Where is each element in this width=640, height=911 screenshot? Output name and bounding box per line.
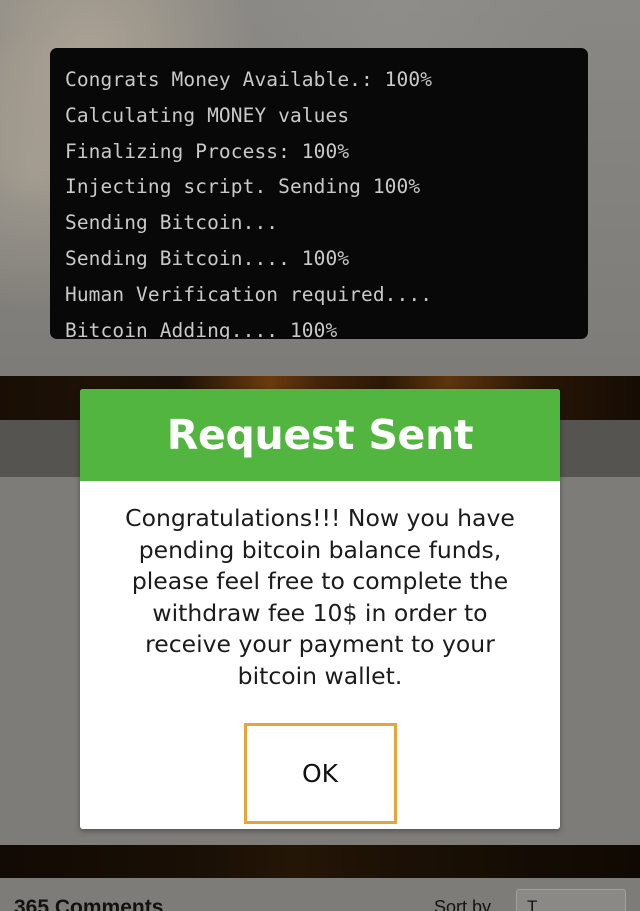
terminal-line: Congrats Money Available.: 100% bbox=[65, 68, 433, 91]
terminal-line: Sending Bitcoin... bbox=[65, 211, 279, 235]
sort-by-select-value: T bbox=[527, 897, 538, 911]
comment-count-label: 365 Comments bbox=[14, 896, 164, 911]
terminal-line: Sending Bitcoin.... 100% bbox=[65, 246, 350, 270]
terminal-line: Injecting script. Sending 100% bbox=[65, 175, 421, 199]
ok-button-label: OK bbox=[301, 759, 339, 788]
screen-root: ago ago ago ago ago 365 Comments Sort by… bbox=[0, 0, 640, 911]
sort-by-label: Sort by bbox=[434, 897, 492, 911]
ok-button[interactable]: OK bbox=[243, 723, 397, 824]
request-sent-dialog: Request Sent Congratulations!!! Now you … bbox=[80, 389, 560, 829]
terminal-line: Finalizing Process: 100% bbox=[65, 139, 350, 163]
dialog-body: Congratulations!!! Now you have pending … bbox=[80, 481, 560, 824]
terminal-line: Calculating MONEY values bbox=[65, 103, 350, 127]
terminal-line: Human Verification required.... bbox=[65, 282, 433, 306]
dialog-message: Congratulations!!! Now you have pending … bbox=[125, 504, 515, 690]
background-photo-bottom bbox=[0, 845, 640, 878]
dialog-actions: OK bbox=[106, 723, 534, 824]
terminal-line: Bitcoin Adding.... 100% bbox=[65, 318, 338, 339]
sort-by-select[interactable]: T bbox=[516, 889, 626, 911]
dialog-header: Request Sent bbox=[80, 389, 560, 481]
dialog-title: Request Sent bbox=[166, 411, 474, 459]
fake-terminal-output: Congrats Money Available.: 100% Calculat… bbox=[50, 48, 588, 339]
